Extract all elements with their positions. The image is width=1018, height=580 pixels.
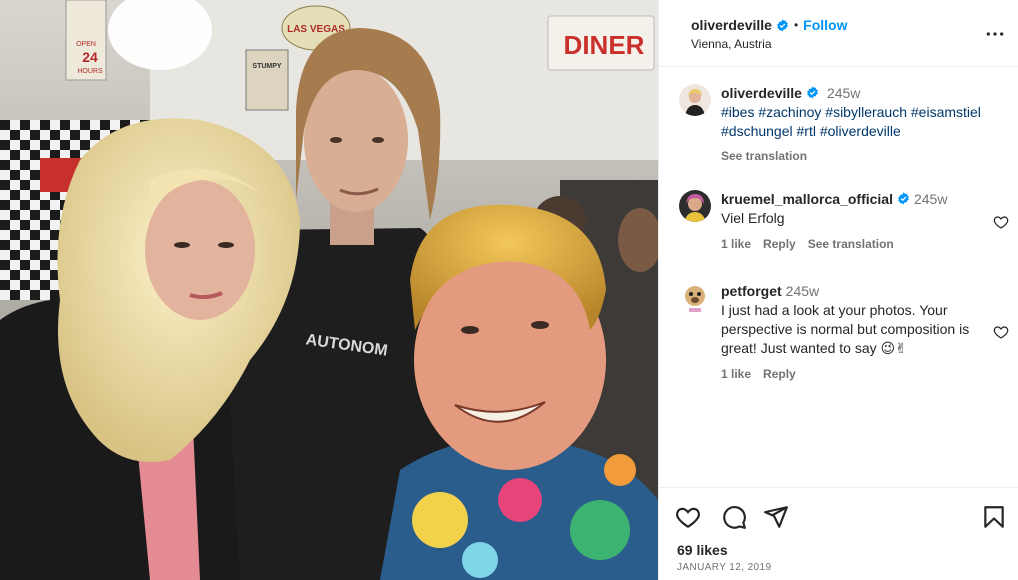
- more-options-icon[interactable]: [985, 24, 1005, 44]
- avatar[interactable]: [679, 190, 711, 222]
- comment-avatar-image: [679, 282, 711, 314]
- shirt-pattern-pink: [498, 478, 542, 522]
- comment-username[interactable]: kruemel_mallorca_official: [721, 191, 893, 207]
- woman-eye-left: [174, 242, 190, 248]
- post-modal: DINER LAS VEGAS OPEN 24 HOURS STUMPY AUT…: [0, 0, 1018, 580]
- comment-line: petforget 245w: [721, 282, 983, 301]
- diner-sign-text: DINER: [564, 30, 645, 60]
- comment-text: I just had a look at your photos. Your p…: [721, 302, 970, 356]
- comment-meta: 1 like Reply See translation: [721, 237, 983, 251]
- caption-line: oliverdeville 245w: [721, 84, 983, 103]
- caption-body: oliverdeville 245w #ibes #zachinoy #sibyl…: [721, 84, 983, 163]
- open-sign-hours: 24: [82, 49, 98, 65]
- post-actions: 69 likes JANUARY 12, 2019: [659, 487, 1018, 580]
- heart-icon[interactable]: [993, 214, 1009, 230]
- header-separator: •: [793, 18, 799, 32]
- comment-meta: 1 like Reply: [721, 367, 983, 381]
- open-sign-label: OPEN: [76, 41, 96, 48]
- caption-avatar-image: [679, 84, 711, 116]
- comment-reply-button[interactable]: Reply: [763, 367, 796, 381]
- share-icon[interactable]: [763, 504, 789, 530]
- header-user: oliverdeville • Follow: [691, 17, 847, 33]
- comment-body: kruemel_mallorca_official 245w Viel Erfol…: [721, 190, 983, 251]
- caption-username[interactable]: oliverdeville: [721, 85, 802, 101]
- comment-reply-button[interactable]: Reply: [763, 237, 796, 251]
- post-date[interactable]: JANUARY 12, 2019: [677, 562, 771, 573]
- comment-likes-count[interactable]: 1 like: [721, 367, 751, 381]
- caption-see-translation[interactable]: See translation: [721, 149, 983, 163]
- avatar[interactable]: [679, 84, 711, 116]
- comment-line: kruemel_mallorca_official 245w: [721, 190, 983, 209]
- comment-avatar-image: [679, 190, 711, 222]
- post-photo[interactable]: DINER LAS VEGAS OPEN 24 HOURS STUMPY AUT…: [0, 0, 658, 580]
- stumpy-poster-text: STUMPY: [252, 63, 282, 70]
- comment-time[interactable]: 245w: [786, 283, 819, 299]
- comments-section[interactable]: oliverdeville 245w #ibes #zachinoy #sibyl…: [659, 68, 1018, 486]
- verified-badge-icon: [807, 86, 818, 99]
- shirt-pattern-green: [570, 500, 630, 560]
- man-center-eye-left: [330, 137, 342, 143]
- post-location[interactable]: Vienna, Austria: [691, 37, 772, 51]
- verified-badge-icon: [777, 19, 788, 31]
- shirt-pattern-orange: [604, 454, 636, 486]
- comment-likes-count[interactable]: 1 like: [721, 237, 751, 251]
- comment-see-translation[interactable]: See translation: [808, 237, 894, 251]
- verified-badge-icon: [898, 192, 909, 205]
- man-right-eye-left: [461, 326, 479, 334]
- caption-hashtags[interactable]: #ibes #zachinoy #sibyllerauch #eisamstie…: [721, 103, 983, 141]
- shirt-pattern-yellow: [412, 492, 468, 548]
- open-sign-hours-label: HOURS: [77, 68, 103, 75]
- shirt-pattern-cyan: [462, 542, 498, 578]
- likes-count[interactable]: 69 likes: [677, 542, 728, 558]
- man-center-eye-right: [372, 137, 384, 143]
- caption-time[interactable]: 245w: [827, 85, 860, 101]
- photo-illustration: DINER LAS VEGAS OPEN 24 HOURS STUMPY AUT…: [0, 0, 658, 580]
- post-sidebar: oliverdeville • Follow Vienna, Austria o…: [658, 0, 1018, 580]
- follow-button[interactable]: Follow: [803, 17, 847, 33]
- header-username[interactable]: oliverdeville: [691, 17, 772, 33]
- man-right-eye-right: [531, 321, 549, 329]
- bookmark-icon[interactable]: [981, 504, 1007, 530]
- heart-icon[interactable]: [993, 324, 1009, 340]
- comment-username[interactable]: petforget: [721, 283, 782, 299]
- stumpy-poster: [245, 49, 289, 111]
- avatar[interactable]: [679, 282, 711, 314]
- comment-body: petforget 245w I just had a look at your …: [721, 282, 983, 381]
- woman-face: [145, 180, 255, 320]
- comment-text: Viel Erfolg: [721, 210, 785, 226]
- heart-icon[interactable]: [675, 504, 701, 530]
- comment-time[interactable]: 245w: [914, 191, 947, 207]
- comment-icon[interactable]: [721, 504, 747, 530]
- woman-eye-right: [218, 242, 234, 248]
- post-header: oliverdeville • Follow Vienna, Austria: [659, 0, 1018, 67]
